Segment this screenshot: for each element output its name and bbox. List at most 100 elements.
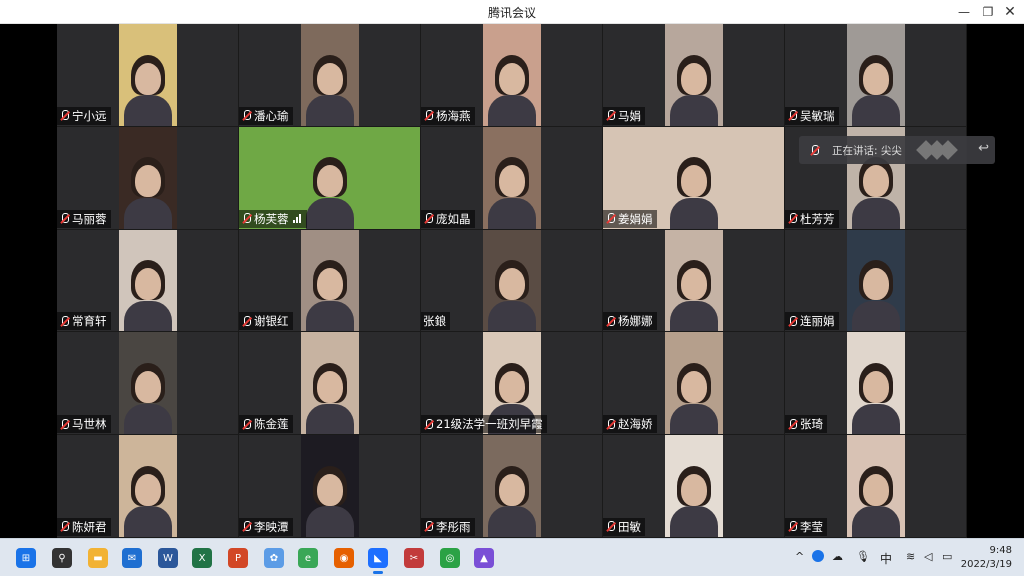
- participant-video: [483, 435, 541, 537]
- participant-tile[interactable]: 张鋃: [421, 229, 603, 333]
- participant-name-tag: 张琦: [785, 415, 827, 434]
- participant-tile[interactable]: 张琦: [785, 332, 967, 436]
- participant-tile[interactable]: 马娟: [603, 24, 785, 127]
- participant-name-tag: 杨娜娜: [603, 312, 657, 331]
- mic-muted-icon: [423, 110, 434, 121]
- participant-video: [119, 126, 177, 229]
- powerpoint-icon[interactable]: P: [228, 548, 248, 568]
- participant-tile[interactable]: 赵海娇: [603, 332, 785, 436]
- firefox-icon[interactable]: ◉: [334, 548, 354, 568]
- clock[interactable]: 9:48 2022/3/19: [961, 544, 1012, 572]
- participant-tile[interactable]: 连丽娟: [785, 229, 967, 333]
- meeting-area: 宁小远 潘心瑜 杨海燕 马娟 吴敏瑞 马丽蓉 杨芙蓉 庞如晶 姜娟娟 杜芳芳 常育轩 谢银红 张鋃 杨娜娜…: [0, 24, 1024, 538]
- participant-tile[interactable]: 马丽蓉: [57, 126, 239, 230]
- participant-tile[interactable]: 杨娜娜: [603, 229, 785, 333]
- participant-name: 李映潭: [254, 519, 289, 534]
- clock-time: 9:48: [989, 545, 1012, 556]
- participant-name-tag: 马世林: [57, 415, 111, 434]
- ime-indicator[interactable]: 中: [880, 550, 892, 567]
- wechat-icon[interactable]: ◎: [440, 548, 460, 568]
- participant-tile[interactable]: 李莹: [785, 435, 967, 538]
- start-icon[interactable]: ⊞: [16, 548, 36, 568]
- mic-muted-icon: [59, 521, 70, 532]
- wifi-icon[interactable]: ≋: [906, 550, 915, 563]
- participant-tile[interactable]: 陈金莲: [239, 332, 421, 436]
- participant-video: [847, 229, 905, 332]
- browser-icon[interactable]: e: [298, 548, 318, 568]
- participant-video: [301, 24, 359, 126]
- participant-name: 杨海燕: [436, 108, 471, 123]
- participant-tile[interactable]: 杨芙蓉: [239, 126, 421, 230]
- word-icon[interactable]: W: [158, 548, 178, 568]
- participant-video: [119, 24, 177, 126]
- participant-tile[interactable]: 21级法学一班刘早霞: [421, 332, 603, 436]
- participant-name-tag: 姜娟娟: [603, 209, 657, 228]
- excel-icon[interactable]: X: [192, 548, 212, 568]
- microphone-icon[interactable]: 🎙: [856, 550, 870, 563]
- participant-tile[interactable]: 陈妍君: [57, 435, 239, 538]
- participant-video: [665, 435, 723, 537]
- participant-name: 谢银红: [254, 314, 289, 329]
- snipping-tool-icon[interactable]: ✂: [404, 548, 424, 568]
- photos-icon[interactable]: ✿: [264, 548, 284, 568]
- participant-name: 张鋃: [423, 314, 446, 329]
- participant-tile[interactable]: 田敏: [603, 435, 785, 538]
- mail-icon[interactable]: ✉: [122, 548, 142, 568]
- participant-video: [483, 126, 541, 229]
- participant-name: 张琦: [800, 417, 823, 432]
- participant-name-tag: 常育轩: [57, 312, 111, 331]
- app-icon[interactable]: ▲: [474, 548, 494, 568]
- participant-name: 连丽娟: [800, 314, 835, 329]
- participant-tile[interactable]: 姜娟娟: [603, 126, 785, 230]
- file-explorer-icon[interactable]: ▬: [88, 548, 108, 568]
- participant-tile[interactable]: 吴敏瑞: [785, 24, 967, 127]
- participant-video: [119, 332, 177, 435]
- participant-name: 田敏: [618, 519, 641, 534]
- participant-name-tag: 陈金莲: [239, 415, 293, 434]
- return-icon[interactable]: ↩: [978, 141, 989, 156]
- taskbar: ⊞ ⚲ ▬ ✉ W X P ✿ e ◉ ◣ ✂ ◎ ▲ ^ ☁ 🎙 中 ≋ ◁ ▭ 9:48 2022/3…: [0, 538, 1024, 576]
- participant-name: 21级法学一班刘早霞: [436, 417, 543, 432]
- mic-muted-icon: [241, 213, 252, 224]
- participant-tile[interactable]: 庞如晶: [421, 126, 603, 230]
- cloud-icon[interactable]: ☁: [832, 550, 843, 563]
- participant-name: 潘心瑜: [254, 108, 289, 123]
- participant-name-tag: 21级法学一班刘早霞: [421, 415, 547, 434]
- participant-name: 宁小远: [72, 108, 107, 123]
- participant-tile[interactable]: 马世林: [57, 332, 239, 436]
- participant-name-tag: 马丽蓉: [57, 209, 111, 228]
- participant-tile[interactable]: 宁小远: [57, 24, 239, 127]
- mic-muted-icon: [423, 213, 434, 224]
- mic-muted-icon: [605, 521, 616, 532]
- search-icon[interactable]: ⚲: [52, 548, 72, 568]
- security-icon[interactable]: [812, 550, 824, 562]
- participant-name-tag: 连丽娟: [785, 312, 839, 331]
- participant-name-tag: 赵海娇: [603, 415, 657, 434]
- clock-date: 2022/3/19: [960, 559, 1012, 570]
- participant-tile[interactable]: 潘心瑜: [239, 24, 421, 127]
- participant-tile[interactable]: 李彤雨: [421, 435, 603, 538]
- participant-video: [301, 229, 359, 332]
- tray-chevron-icon[interactable]: ^: [795, 550, 804, 563]
- participant-name-tag: 陈妍君: [57, 517, 111, 536]
- participant-name: 马世林: [72, 417, 107, 432]
- signal-strength-icon: [292, 214, 303, 224]
- participant-video: [847, 24, 905, 126]
- speaking-indicator[interactable]: 正在讲话: 尖尖 ↩: [799, 136, 995, 164]
- participant-name: 马娟: [618, 108, 641, 123]
- participant-tile[interactable]: 谢银红: [239, 229, 421, 333]
- battery-icon[interactable]: ▭: [942, 550, 952, 563]
- mic-muted-icon: [241, 110, 252, 121]
- participant-name: 马丽蓉: [72, 211, 107, 226]
- participant-tile[interactable]: 杨海燕: [421, 24, 603, 127]
- mic-muted-icon: [787, 213, 798, 224]
- participant-name-tag: 谢银红: [239, 312, 293, 331]
- participant-tile[interactable]: 常育轩: [57, 229, 239, 333]
- tencent-meeting-icon[interactable]: ◣: [368, 548, 388, 574]
- participant-video: [847, 332, 905, 435]
- participant-name: 庞如晶: [436, 211, 471, 226]
- participant-video: [483, 229, 541, 332]
- participant-tile[interactable]: 李映潭: [239, 435, 421, 538]
- volume-icon[interactable]: ◁: [924, 550, 932, 563]
- close-icon[interactable]: ✕: [996, 0, 1024, 24]
